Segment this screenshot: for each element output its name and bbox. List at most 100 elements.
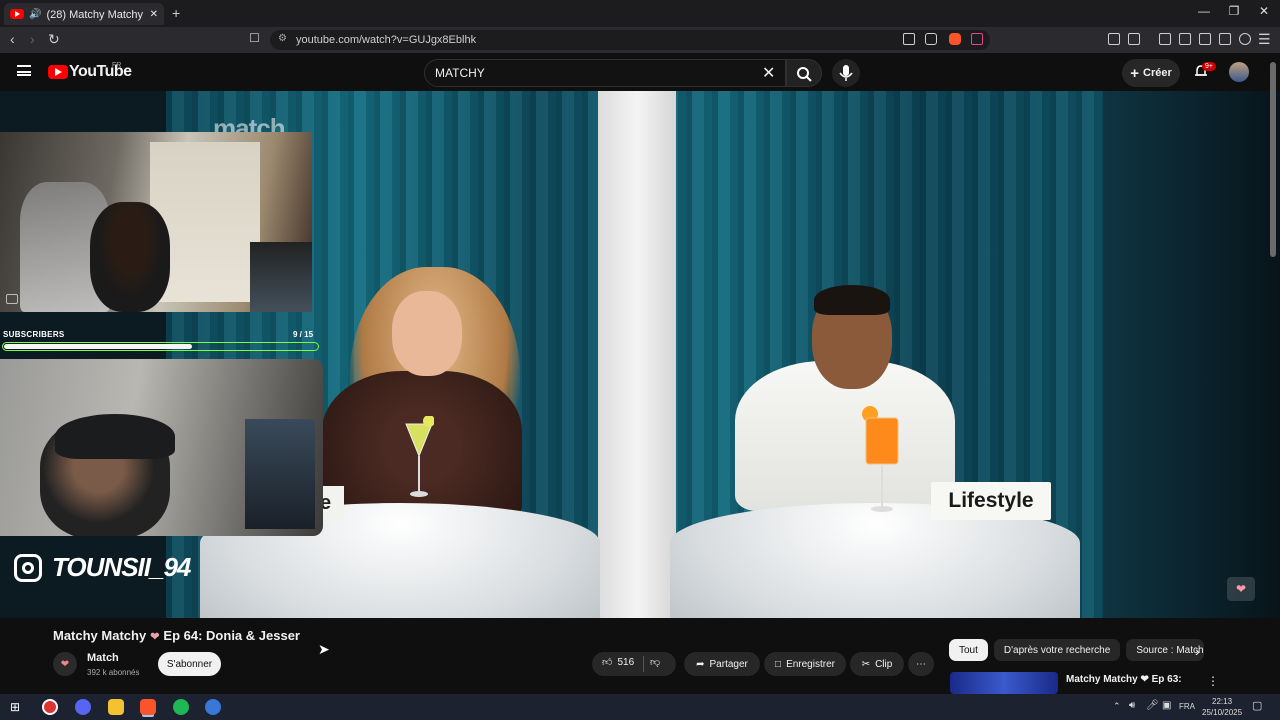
clip-button[interactable]: ✂ Clip <box>850 652 904 676</box>
forward-icon[interactable]: › <box>30 31 35 47</box>
notification-badge: 9+ <box>1202 62 1216 71</box>
baseball-cap <box>55 414 175 459</box>
bookmark-icon[interactable]: ☐ <box>249 31 260 45</box>
wallet2-icon[interactable] <box>1199 33 1211 45</box>
chip-from-search[interactable]: D'après votre recherche <box>993 639 1121 661</box>
browser-menu-icon[interactable]: ☰ <box>1258 31 1271 48</box>
windows-start-icon[interactable]: ⊞ <box>10 700 20 714</box>
scene-right-edge <box>1103 91 1280 618</box>
url-text: youtube.com/watch?v=GUJgx8Eblhk <box>296 34 477 46</box>
antivirus-app-icon[interactable] <box>42 699 58 715</box>
share-page-icon[interactable] <box>925 33 937 45</box>
search-clear-icon[interactable]: ✕ <box>762 63 775 83</box>
window-restore-button[interactable]: ❐ <box>1219 4 1249 18</box>
channel-subscriber-count: 392 k abonnés <box>87 668 140 677</box>
brave-browser-icon[interactable] <box>140 699 156 715</box>
youtube-logo-icon[interactable] <box>48 65 68 79</box>
search-input[interactable]: MATCHY <box>424 59 786 87</box>
hamburger-menu-icon[interactable] <box>17 65 31 76</box>
more-actions-button[interactable]: ⋯ <box>908 652 934 676</box>
video-title-series: Matchy Matchy <box>53 628 147 643</box>
cast-icon[interactable] <box>903 33 915 45</box>
bookmark-save-icon: □ <box>775 658 782 670</box>
tray-overflow-icon[interactable]: ⌃ <box>1113 701 1121 712</box>
thumbs-down-icon: 👎︎ <box>650 657 661 668</box>
mouse-cursor-icon: ➤ <box>318 641 330 657</box>
channel-avatar[interactable]: ❤ <box>53 652 77 676</box>
windows-taskbar <box>0 694 1280 720</box>
clock[interactable]: 22:13 25/10/2025 <box>1202 696 1242 718</box>
notifications-center-icon[interactable]: ▢ <box>1252 699 1262 712</box>
back-icon[interactable]: ‹ <box>10 31 15 47</box>
tab-title: (28) Matchy Matchy ❤ Ep 64 <box>46 8 144 21</box>
chips-next-icon[interactable]: › <box>1195 643 1200 659</box>
page-scrollbar[interactable] <box>1270 62 1276 257</box>
dislike-button[interactable]: 👎︎ <box>650 656 660 668</box>
microphone-tray-icon[interactable]: 🎤︎ <box>1146 700 1159 711</box>
window-minimize-button[interactable]: — <box>1189 4 1219 18</box>
vpn-icon[interactable] <box>1239 33 1251 45</box>
app-icon[interactable] <box>205 699 221 715</box>
brave-rewards-icon[interactable] <box>971 33 983 45</box>
channel-name[interactable]: Match <box>87 652 119 664</box>
chip-source[interactable]: Source : Match <box>1126 639 1205 661</box>
plus-icon: + <box>1130 64 1139 82</box>
microphone-icon <box>839 65 853 81</box>
new-tab-icon[interactable]: + <box>172 5 180 21</box>
country-code: FR <box>112 62 122 69</box>
recommended-thumbnail[interactable] <box>950 672 1058 694</box>
browser-tab[interactable]: 🔊 (28) Matchy Matchy ❤ Ep 64 ✕ <box>4 3 164 25</box>
clock-date: 25/10/2025 <box>1202 708 1243 717</box>
share-icon: ➦ <box>696 658 705 670</box>
address-bar[interactable]: ⚙ youtube.com/watch?v=GUJgx8Eblhk <box>270 30 990 50</box>
extensions-icon[interactable] <box>1108 33 1120 45</box>
right-table <box>670 503 1080 618</box>
volume-icon[interactable]: 🔊︎ <box>1129 700 1135 711</box>
laptop-screen <box>245 419 315 529</box>
reload-icon[interactable]: ↻ <box>48 31 60 48</box>
tab-close-icon[interactable]: ✕ <box>150 9 158 20</box>
wallet-icon[interactable] <box>1128 33 1140 45</box>
subscribers-goal-label: SUBSCRIBERS <box>3 330 65 339</box>
share-button[interactable]: ➦ Partager <box>684 652 760 676</box>
window-close-button[interactable]: ✕ <box>1249 4 1279 18</box>
cocktail-glass-icon <box>862 406 899 512</box>
input-language[interactable]: FRA <box>1179 702 1195 711</box>
chip-all[interactable]: Tout <box>949 639 988 661</box>
voice-search-button[interactable] <box>832 59 860 87</box>
subscribe-button[interactable]: S'abonner <box>158 652 221 676</box>
account-avatar[interactable] <box>1229 62 1249 82</box>
like-count: 516 <box>617 656 635 668</box>
search-button[interactable] <box>786 59 822 87</box>
file-explorer-icon[interactable] <box>108 699 124 715</box>
like-button[interactable]: 👍︎ 516 <box>602 656 635 669</box>
instagram-handle: TOUNSII_94 <box>52 552 191 582</box>
spotify-app-icon[interactable] <box>173 699 189 715</box>
media-icon[interactable] <box>1159 33 1171 45</box>
scissors-icon: ✂ <box>861 658 871 670</box>
man-hair <box>814 285 890 315</box>
brave-shields-icon[interactable] <box>949 33 961 45</box>
search-icon <box>797 67 812 82</box>
network-icon[interactable]: ▣ <box>1162 700 1171 711</box>
subscribers-goal-count: 9 / 15 <box>293 330 314 339</box>
like-dislike-group: 👍︎ 516 👎︎ <box>592 652 676 676</box>
clock-time: 22:13 <box>1212 697 1233 706</box>
channel-watermark-icon[interactable]: ❤ <box>1227 577 1255 601</box>
browser-tab-strip <box>0 0 1280 27</box>
recommended-title[interactable]: Matchy Matchy ❤ Ep 63: <box>1066 674 1182 685</box>
recommended-more-icon[interactable]: ⋮ <box>1207 674 1219 688</box>
sidebar-icon[interactable] <box>1179 33 1191 45</box>
video-title-episode: Ep 64: Donia & Jesser <box>163 628 300 643</box>
woman-face <box>392 291 462 376</box>
create-button[interactable]: + Créer <box>1122 59 1180 87</box>
leo-ai-icon[interactable] <box>1219 33 1231 45</box>
discord-app-icon[interactable] <box>75 699 91 715</box>
video-player[interactable]: match e Lifestyle ❤ SUBSCRIBERS 9 / 15 T… <box>0 91 1280 618</box>
lips-icon: ❤ <box>150 631 160 643</box>
youtube-logo-text[interactable]: YouTube <box>69 63 132 81</box>
save-button[interactable]: □ Enregistrer <box>764 652 846 676</box>
martini-glass-icon <box>405 416 434 497</box>
site-info-icon[interactable]: ⚙ <box>278 33 287 44</box>
share-label: Partager <box>709 658 748 670</box>
